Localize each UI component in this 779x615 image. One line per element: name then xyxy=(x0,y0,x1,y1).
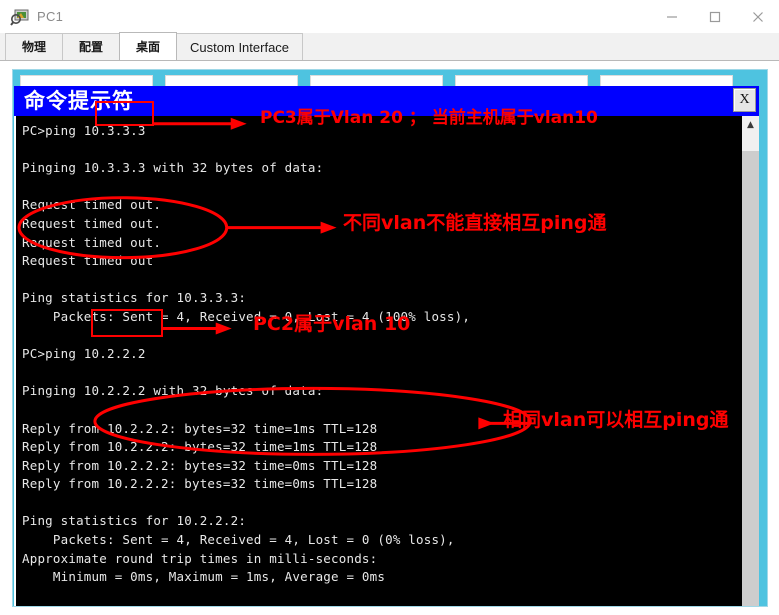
pc-magnifier-icon xyxy=(10,7,30,27)
scroll-up-icon[interactable]: ▲ xyxy=(742,116,759,133)
watermark: https://blog.csdn.net/bnnpy xyxy=(578,606,739,607)
tab-custom-interface[interactable]: Custom Interface xyxy=(176,33,304,60)
terminal-scrollbar[interactable]: ▲ ▼ xyxy=(741,116,759,606)
cmd-body: PC>ping 10.3.3.3 Pinging 10.3.3.3 with 3… xyxy=(14,116,759,607)
maximize-icon[interactable] xyxy=(693,0,736,33)
terminal-output: PC>ping 10.3.3.3 Pinging 10.3.3.3 with 3… xyxy=(22,123,471,585)
window-body: 命令提示符 X PC>ping 10.3.3.3 Pinging 10.3.3.… xyxy=(0,61,779,615)
cmd-titlebar: 命令提示符 X xyxy=(14,86,759,116)
terminal-output-area[interactable]: PC>ping 10.3.3.3 Pinging 10.3.3.3 with 3… xyxy=(16,116,741,607)
tab-strip: 物理 配置 桌面 Custom Interface xyxy=(0,32,779,61)
window-titlebar: PC1 xyxy=(0,0,779,33)
minimize-icon[interactable] xyxy=(650,0,693,33)
scrollbar-track[interactable] xyxy=(742,133,759,606)
scrollbar-thumb[interactable] xyxy=(742,151,759,606)
tab-config[interactable]: 配置 xyxy=(62,33,121,60)
pc1-window: PC1 物理 配置 桌面 Custom Interface 命令提示符 X PC… xyxy=(0,0,779,615)
pc-desktop: 命令提示符 X PC>ping 10.3.3.3 Pinging 10.3.3.… xyxy=(12,69,768,607)
cmd-close-button[interactable]: X xyxy=(733,88,756,112)
tab-physical[interactable]: 物理 xyxy=(5,33,64,60)
command-prompt-window: 命令提示符 X PC>ping 10.3.3.3 Pinging 10.3.3.… xyxy=(14,86,759,606)
cmd-title: 命令提示符 xyxy=(24,89,134,113)
close-icon[interactable] xyxy=(736,0,779,33)
window-title: PC1 xyxy=(37,9,64,24)
window-controls xyxy=(650,0,779,33)
tab-desktop[interactable]: 桌面 xyxy=(119,32,178,60)
